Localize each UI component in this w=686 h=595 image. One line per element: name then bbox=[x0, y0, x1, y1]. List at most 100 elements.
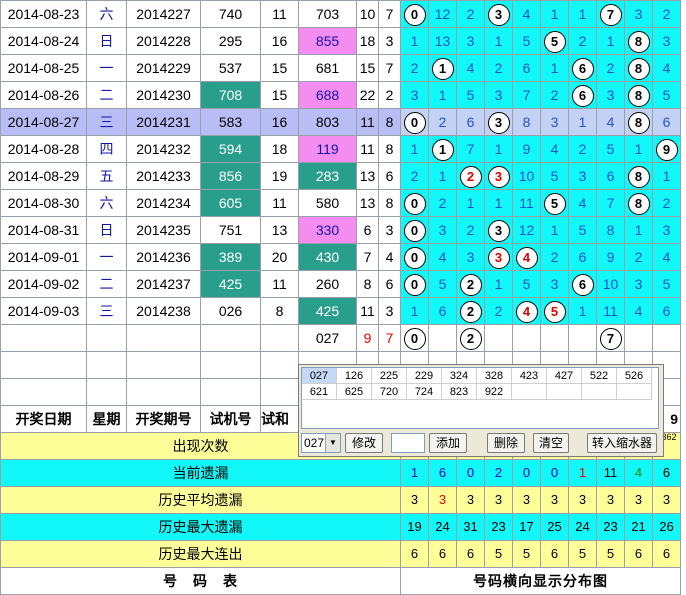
issue-number: 2014235 bbox=[126, 216, 201, 244]
weekday: 日 bbox=[86, 27, 127, 55]
number-ball: 0 bbox=[403, 247, 426, 270]
table-row: 2014-08-26 二 2014230 708 15 688 22 2 3 1 5 3 7 2 6 3 8 5 bbox=[0, 81, 681, 109]
list-item[interactable]: 522 bbox=[582, 368, 617, 384]
stat-label: 当前遗漏 bbox=[0, 459, 401, 487]
stat-value: 6 bbox=[652, 459, 681, 487]
chevron-down-icon[interactable]: ▼ bbox=[325, 434, 340, 452]
empty-cell bbox=[200, 324, 261, 352]
weekday: 五 bbox=[86, 162, 127, 190]
add-button[interactable]: 添加 bbox=[429, 433, 467, 453]
number-ball: 8 bbox=[627, 58, 650, 81]
draw-date: 2014-09-02 bbox=[0, 270, 87, 298]
distribution-cell: 5 bbox=[652, 81, 681, 109]
distribution-cell: 13 bbox=[428, 27, 457, 55]
list-item[interactable]: 621 bbox=[302, 384, 337, 400]
list-item[interactable]: 225 bbox=[372, 368, 407, 384]
stat-value: 6 bbox=[428, 459, 457, 487]
number-combo[interactable]: 027 ▼ bbox=[301, 433, 341, 453]
list-item[interactable]: 328 bbox=[477, 368, 512, 384]
number-ball: 6 bbox=[571, 58, 594, 81]
list-item[interactable]: 526 bbox=[617, 368, 652, 384]
stat-value: 3 bbox=[456, 486, 485, 514]
stat-row: 历史平均遗漏 3 3 3 3 3 3 3 3 3 3 bbox=[0, 486, 681, 514]
distribution-cell: 7 bbox=[456, 135, 485, 163]
span-value: 11 bbox=[356, 297, 379, 325]
list-item[interactable]: 027 bbox=[302, 368, 337, 384]
test-number: 856 bbox=[200, 162, 261, 190]
list-item[interactable]: 625 bbox=[337, 384, 372, 400]
distribution-cell: 12 bbox=[428, 0, 457, 28]
number-ball: 8 bbox=[627, 166, 650, 189]
stat-value: 3 bbox=[484, 486, 513, 514]
stat-value: 1 bbox=[568, 459, 597, 487]
number-ball: 6 bbox=[571, 274, 594, 297]
list-item[interactable]: 126 bbox=[337, 368, 372, 384]
empty-cell bbox=[0, 351, 87, 379]
test-sum: 11 bbox=[260, 270, 299, 298]
draw-number: 855 bbox=[298, 27, 357, 55]
distribution-cell: 11 bbox=[512, 189, 541, 217]
list-item[interactable] bbox=[547, 384, 582, 400]
clear-button[interactable]: 清空 bbox=[533, 433, 569, 453]
distribution-cell: 1 bbox=[400, 135, 429, 163]
empty-cell bbox=[126, 378, 201, 406]
number-input[interactable] bbox=[391, 433, 425, 453]
header-issue: 开奖期号 bbox=[126, 405, 201, 433]
list-item[interactable] bbox=[512, 384, 547, 400]
delete-button[interactable]: 删除 bbox=[487, 433, 525, 453]
number-ball: 0 bbox=[403, 112, 426, 135]
distribution-cell: 2 bbox=[456, 0, 485, 28]
stat-value: 2 bbox=[484, 459, 513, 487]
distribution-cell: 5 bbox=[540, 297, 569, 325]
list-item[interactable]: 324 bbox=[442, 368, 477, 384]
d-value: 8 bbox=[378, 135, 401, 163]
list-item[interactable]: 823 bbox=[442, 384, 477, 400]
list-item[interactable]: 724 bbox=[407, 384, 442, 400]
draw-date: 2014-08-30 bbox=[0, 189, 87, 217]
list-item[interactable]: 427 bbox=[547, 368, 582, 384]
d-value: 4 bbox=[378, 243, 401, 271]
modify-button[interactable]: 修改 bbox=[345, 433, 383, 453]
d-value: 3 bbox=[378, 216, 401, 244]
distribution-cell: 2 bbox=[652, 0, 681, 28]
list-item[interactable]: 423 bbox=[512, 368, 547, 384]
number-ball: 3 bbox=[487, 4, 510, 27]
list-item[interactable]: 229 bbox=[407, 368, 442, 384]
number-list[interactable]: 027 126 225 229 324 328 423 427 522 526 621 625 720 7… bbox=[301, 367, 659, 429]
list-item[interactable]: 922 bbox=[477, 384, 512, 400]
list-item[interactable] bbox=[582, 384, 617, 400]
distribution-cell: 1 bbox=[540, 0, 569, 28]
test-sum: 16 bbox=[260, 27, 299, 55]
empty-cell bbox=[200, 378, 261, 406]
predict-cell: 7 bbox=[596, 324, 625, 352]
issue-number: 2014229 bbox=[126, 54, 201, 82]
distribution-cell: 3 bbox=[568, 162, 597, 190]
distribution-cell: 3 bbox=[484, 81, 513, 109]
transfer-button[interactable]: 转入缩水器 bbox=[587, 433, 657, 453]
list-item[interactable] bbox=[617, 384, 652, 400]
number-ball: 0 bbox=[403, 274, 426, 297]
issue-number: 2014234 bbox=[126, 189, 201, 217]
stat-value: 26 bbox=[652, 513, 681, 541]
distribution-cell: 4 bbox=[512, 243, 541, 271]
number-ball: 3 bbox=[487, 247, 510, 270]
test-number: 425 bbox=[200, 270, 261, 298]
distribution-cell: 0 bbox=[400, 270, 429, 298]
span-value: 13 bbox=[356, 162, 379, 190]
number-ball: 8 bbox=[627, 31, 650, 54]
distribution-cell: 5 bbox=[596, 135, 625, 163]
empty-cell bbox=[86, 351, 127, 379]
distribution-cell: 8 bbox=[624, 27, 653, 55]
number-ball: 5 bbox=[543, 301, 566, 324]
stat-row: 历史最大遗漏 19 24 31 23 17 25 24 23 21 26 bbox=[0, 513, 681, 541]
test-number: 295 bbox=[200, 27, 261, 55]
distribution-cell: 2 bbox=[540, 81, 569, 109]
empty-cell bbox=[126, 351, 201, 379]
draw-date: 2014-09-03 bbox=[0, 297, 87, 325]
test-sum: 20 bbox=[260, 243, 299, 271]
stat-value: 0 bbox=[456, 459, 485, 487]
d-value: 7 bbox=[378, 0, 401, 28]
list-item[interactable]: 720 bbox=[372, 384, 407, 400]
distribution-cell: 8 bbox=[596, 216, 625, 244]
distribution-cell: 2 bbox=[568, 135, 597, 163]
